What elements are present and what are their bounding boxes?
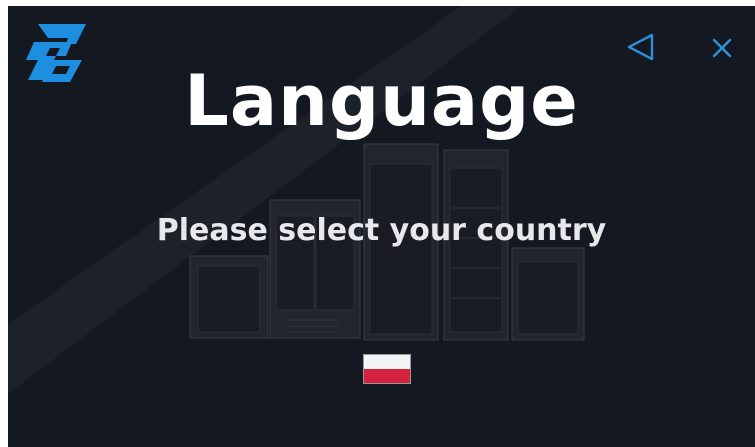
poland-flag-button[interactable] — [363, 354, 411, 384]
page-subtitle: Please select your country — [156, 213, 607, 248]
page-title: Language — [184, 60, 579, 142]
flag-white-stripe — [364, 355, 410, 369]
back-triangle-icon[interactable] — [624, 30, 658, 64]
close-icon[interactable] — [706, 32, 738, 64]
flag-red-stripe — [364, 369, 410, 383]
language-screen: Language Please select your country — [8, 6, 755, 447]
